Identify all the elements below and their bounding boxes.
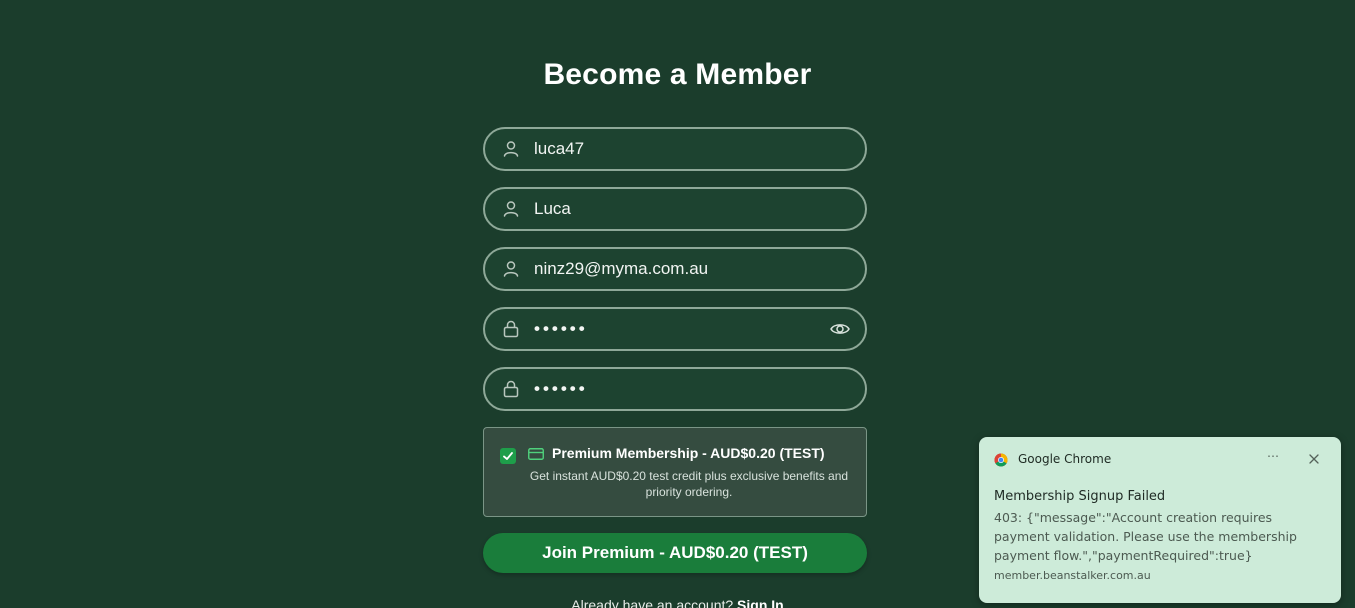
signin-prompt: Already have an account? <box>571 597 734 608</box>
more-icon[interactable]: ⋯ <box>1267 449 1280 463</box>
check-icon <box>503 452 513 460</box>
signup-page: Become a Member luca47 Luca ninz29@myma.… <box>0 0 1355 608</box>
notification-title: Membership Signup Failed <box>994 489 1166 504</box>
password-field[interactable]: •••••• <box>483 307 867 351</box>
first-name-field[interactable]: Luca <box>483 187 867 231</box>
email-field[interactable]: ninz29@myma.com.au <box>483 247 867 291</box>
premium-title: Premium Membership - AUD$0.20 (TEST) <box>552 445 825 461</box>
user-icon <box>503 201 519 217</box>
confirm-password-value: •••••• <box>534 379 588 398</box>
close-icon[interactable] <box>1307 452 1321 466</box>
premium-membership-option[interactable]: Premium Membership - AUD$0.20 (TEST) Get… <box>483 427 867 517</box>
username-field[interactable]: luca47 <box>483 127 867 171</box>
username-value: luca47 <box>534 139 585 158</box>
notification-body: 403: {"message":"Account creation requir… <box>994 510 1297 563</box>
signin-link[interactable]: Sign In <box>737 597 784 608</box>
join-premium-button[interactable]: Join Premium - AUD$0.20 (TEST) <box>483 533 867 573</box>
confirm-password-field[interactable]: •••••• <box>483 367 867 411</box>
notification-source: member.beanstalker.com.au <box>994 569 1151 582</box>
premium-description: Get instant AUD$0.20 test credit plus ex… <box>529 469 849 499</box>
premium-checkbox[interactable] <box>500 448 516 464</box>
first-name-value: Luca <box>534 199 571 218</box>
eye-icon[interactable] <box>829 319 851 339</box>
user-icon <box>503 261 519 277</box>
user-icon <box>503 141 519 157</box>
password-value: •••••• <box>534 319 588 338</box>
lock-icon <box>503 320 519 338</box>
chrome-notification[interactable]: Google Chrome ⋯ Membership Signup Failed… <box>979 437 1341 603</box>
page-title: Become a Member <box>543 58 812 91</box>
email-value: ninz29@myma.com.au <box>534 259 709 278</box>
notification-app-name: Google Chrome <box>1018 452 1112 466</box>
chrome-logo-icon <box>994 453 1008 467</box>
credit-card-icon <box>528 448 544 460</box>
lock-icon <box>503 380 519 398</box>
